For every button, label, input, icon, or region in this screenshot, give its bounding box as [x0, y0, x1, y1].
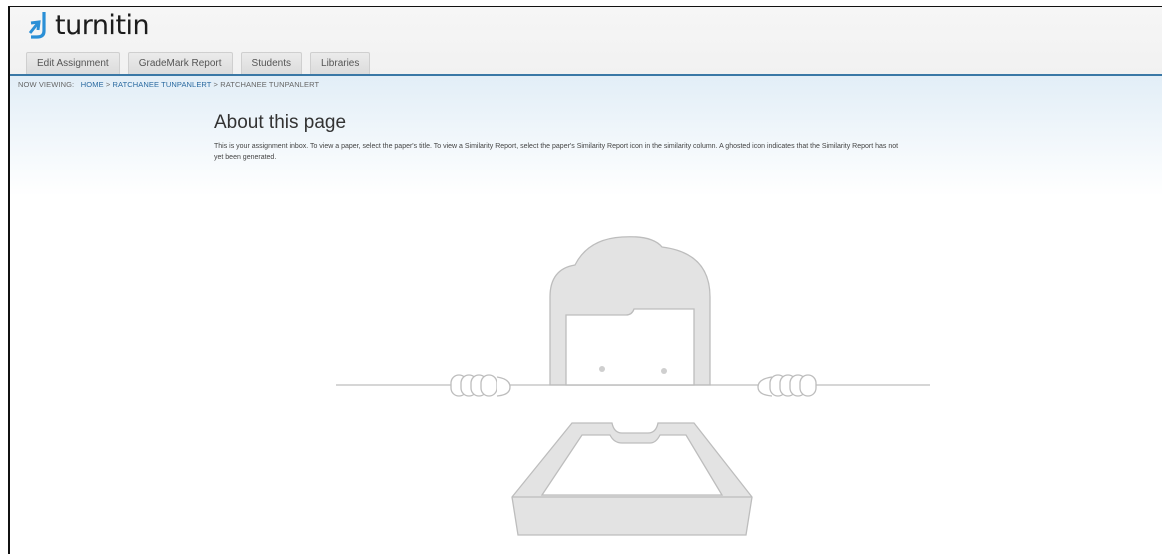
brand-name: turnitin™ [55, 9, 150, 41]
about-description: This is your assignment inbox. To view a… [214, 143, 899, 161]
header: turnitin™ Edit Assignment GradeMark Repo… [10, 7, 1162, 74]
breadcrumb-separator: > [213, 80, 219, 89]
left-hand-icon [450, 374, 511, 397]
app-window: turnitin™ Edit Assignment GradeMark Repo… [8, 6, 1162, 554]
about-section: About this page This is your assignment … [214, 112, 1094, 163]
tab-libraries[interactable]: Libraries [310, 52, 371, 74]
turnitin-logo[interactable]: turnitin™ [26, 9, 157, 41]
tab-bar: Edit Assignment GradeMark Report Student… [26, 52, 371, 74]
tab-students[interactable]: Students [240, 52, 303, 74]
right-hand-icon [757, 374, 817, 397]
page-title: About this page [214, 112, 347, 133]
breadcrumb-current: RATCHANEE TUNPANLERT [220, 80, 320, 89]
breadcrumb-home-link[interactable]: HOME [81, 80, 104, 89]
breadcrumb-label: NOW VIEWING: [18, 80, 75, 89]
breadcrumb-class-link[interactable]: RATCHANEE TUNPANLERT [113, 80, 212, 89]
tab-edit-assignment[interactable]: Edit Assignment [26, 52, 120, 74]
breadcrumb: NOW VIEWING: HOME > RATCHANEE TUNPANLERT… [18, 80, 319, 89]
tab-grademark-report[interactable]: GradeMark Report [127, 52, 233, 74]
breadcrumb-separator: > [105, 80, 111, 89]
peeking-character-icon [549, 236, 711, 386]
turnitin-arrow-icon [28, 12, 46, 39]
inbox-tray-icon [511, 422, 753, 536]
